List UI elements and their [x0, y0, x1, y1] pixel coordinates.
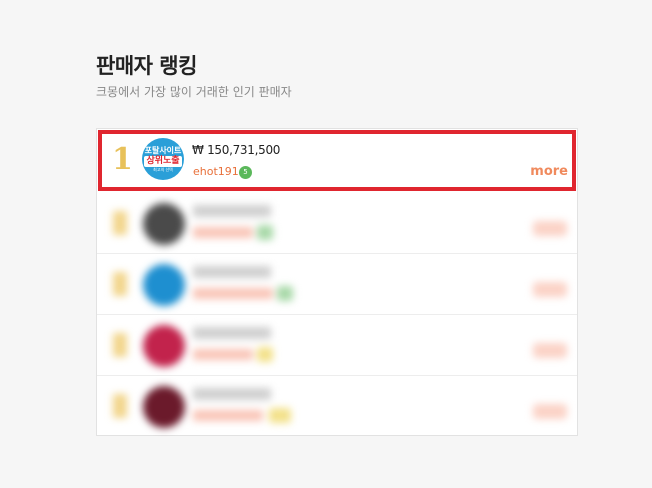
avatar-text-line2: 상위노출: [144, 155, 182, 167]
rank-placeholder: [113, 333, 127, 357]
seller-avatar[interactable]: 포탈사이트 상위노출 최고의 선택: [142, 138, 184, 180]
more-placeholder: [533, 343, 567, 358]
rank-placeholder: [113, 394, 127, 418]
avatar-text-line1: 포탈사이트: [144, 145, 182, 155]
rank-placeholder: [113, 211, 127, 235]
price-placeholder: [193, 205, 271, 217]
avatar-text-line3: 최고의 선택: [153, 166, 173, 172]
seller-avatar: [143, 264, 185, 306]
seller-name-placeholder: [193, 410, 263, 421]
more-link[interactable]: more: [530, 164, 568, 179]
page-title: 판매자 랭킹: [96, 54, 197, 78]
seller-name-link[interactable]: ehot191: [193, 165, 239, 178]
rank-placeholder: [113, 272, 127, 296]
ranking-row-blurred: [97, 376, 577, 437]
seller-name-placeholder: [193, 288, 273, 299]
price-placeholder: [193, 266, 271, 278]
level-badge-placeholder: [257, 347, 273, 362]
more-placeholder: [533, 221, 567, 236]
price-placeholder: [193, 388, 271, 400]
ranking-row-blurred: [97, 315, 577, 376]
ranking-row-1[interactable]: 1 포탈사이트 상위노출 최고의 선택 ₩ 150,731,500 ehot19…: [98, 130, 576, 191]
seller-name-placeholder: [193, 349, 253, 360]
level-badge-placeholder: [269, 408, 291, 423]
seller-ranking-list: 1 포탈사이트 상위노출 최고의 선택 ₩ 150,731,500 ehot19…: [96, 128, 578, 436]
level-badge-placeholder: [277, 286, 293, 301]
seller-avatar: [143, 325, 185, 367]
ranking-row-blurred: [97, 193, 577, 254]
seller-avatar: [143, 386, 185, 428]
more-placeholder: [533, 404, 567, 419]
rank-number: 1: [112, 142, 133, 177]
seller-name-placeholder: [193, 227, 253, 238]
price-placeholder: [193, 327, 271, 339]
seller-avatar: [143, 203, 185, 245]
page-subtitle: 크몽에서 가장 많이 거래한 인기 판매자: [96, 85, 292, 99]
ranking-row-blurred: [97, 254, 577, 315]
level-badge-placeholder: [257, 225, 273, 240]
seller-level-badge: 5: [239, 166, 252, 179]
sales-amount: ₩ 150,731,500: [192, 143, 281, 157]
more-placeholder: [533, 282, 567, 297]
